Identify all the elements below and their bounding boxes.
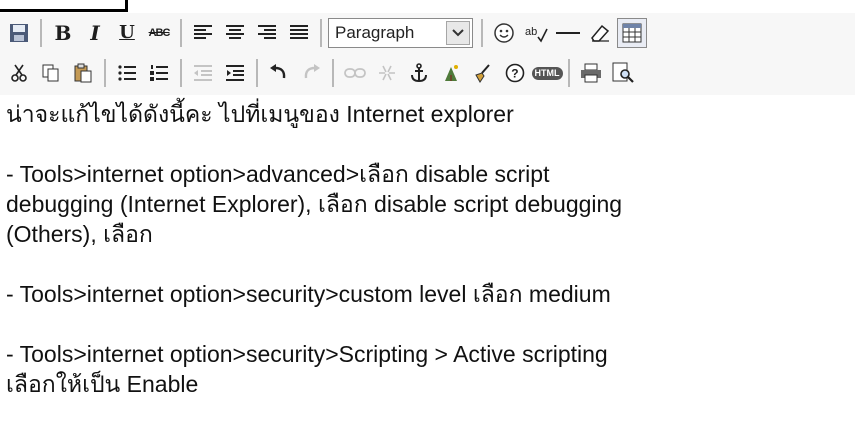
preview-icon (612, 62, 634, 84)
toolbar-separator (256, 59, 258, 87)
copy-icon (41, 63, 61, 83)
horizontal-rule-button[interactable] (553, 18, 583, 48)
eraser-icon (589, 23, 611, 43)
chevron-down-icon (446, 21, 470, 45)
emoticon-button[interactable] (489, 18, 519, 48)
content-line: (Others), เลือก (6, 221, 153, 247)
smiley-icon (493, 22, 515, 44)
unlink-button[interactable] (372, 58, 402, 88)
content-line: - Tools>internet option>security>custom … (6, 281, 611, 307)
preview-button[interactable] (608, 58, 638, 88)
undo-icon (269, 64, 289, 82)
toolbar-separator (180, 59, 182, 87)
toolbar-separator (481, 19, 483, 47)
toolbar-separator (568, 59, 570, 87)
anchor-icon (409, 63, 429, 83)
align-center-button[interactable] (220, 18, 250, 48)
html-source-button[interactable]: HTML (531, 58, 563, 88)
align-center-icon (225, 24, 245, 42)
svg-text:ab: ab (525, 26, 537, 38)
spellcheck-icon: ab (524, 23, 548, 43)
toolbar-row-2: ? HTML (4, 55, 640, 91)
content-line: - Tools>internet option>advanced>เลือก d… (6, 161, 550, 187)
save-icon (9, 23, 29, 43)
help-icon: ? (505, 63, 525, 83)
toolbar-separator (320, 19, 322, 47)
printer-icon (580, 63, 602, 83)
scissors-icon (9, 63, 29, 83)
window-edge (0, 0, 128, 12)
copy-button[interactable] (36, 58, 66, 88)
redo-button[interactable] (296, 58, 326, 88)
underline-icon: U (119, 22, 135, 43)
cut-button[interactable] (4, 58, 34, 88)
content-line: - Tools>internet option>security>Scripti… (6, 341, 608, 367)
redo-icon (301, 64, 321, 82)
bullet-list-icon (117, 64, 137, 82)
toolbar-separator (40, 19, 42, 47)
align-right-icon (257, 24, 277, 42)
format-select[interactable]: Paragraph (328, 18, 473, 48)
align-right-button[interactable] (252, 18, 282, 48)
unlink-icon (377, 63, 397, 83)
numbered-list-button[interactable] (144, 58, 174, 88)
toolbar-separator (104, 59, 106, 87)
link-button[interactable] (340, 58, 370, 88)
link-icon (344, 66, 366, 80)
print-button[interactable] (576, 58, 606, 88)
anchor-button[interactable] (404, 58, 434, 88)
bold-icon: B (54, 21, 72, 45)
toolbar-separator (180, 19, 182, 47)
help-button[interactable]: ? (500, 58, 530, 88)
svg-text:?: ? (511, 67, 518, 81)
align-left-icon (193, 24, 213, 42)
horizontal-rule-icon (556, 31, 580, 35)
bullet-list-button[interactable] (112, 58, 142, 88)
content-line: debugging (Internet Explorer), เลือก dis… (6, 191, 623, 217)
indent-button[interactable] (220, 58, 250, 88)
indent-icon (225, 64, 245, 82)
content-line: น่าจะแก้ไขได้ดังนี้คะ ไปที่เมนูของ Inter… (6, 101, 514, 127)
numbered-list-icon (149, 64, 169, 82)
table-icon (622, 23, 642, 43)
editor-toolbar: B I U ABC Paragraph ab ? HTML (0, 13, 855, 95)
outdent-button[interactable] (188, 58, 218, 88)
toolbar-row-1: B I U ABC Paragraph ab (4, 15, 649, 51)
strikethrough-button[interactable]: ABC (144, 18, 174, 48)
italic-icon: I (90, 21, 100, 45)
broom-icon (473, 63, 493, 83)
bold-button[interactable]: B (48, 18, 78, 48)
toolbar-separator (332, 59, 334, 87)
image-icon (441, 63, 461, 83)
align-justify-icon (289, 24, 309, 42)
cleanup-button[interactable] (468, 58, 498, 88)
html-label: HTML (531, 66, 563, 80)
editor-content-area[interactable]: น่าจะแก้ไขได้ดังนี้คะ ไปที่เมนูของ Inter… (0, 95, 855, 445)
align-left-button[interactable] (188, 18, 218, 48)
save-button[interactable] (4, 18, 34, 48)
table-button[interactable] (617, 18, 647, 48)
image-button[interactable] (436, 58, 466, 88)
format-select-value: Paragraph (335, 23, 415, 42)
paste-icon (73, 63, 93, 83)
paste-button[interactable] (68, 58, 98, 88)
content-line: เลือกให้เป็น Enable (6, 371, 199, 397)
outdent-icon (193, 64, 213, 82)
spellcheck-button[interactable]: ab (521, 18, 551, 48)
underline-button[interactable]: U (112, 18, 142, 48)
align-justify-button[interactable] (284, 18, 314, 48)
remove-format-button[interactable] (585, 18, 615, 48)
strikethrough-icon: ABC (148, 26, 171, 39)
italic-button[interactable]: I (80, 18, 110, 48)
undo-button[interactable] (264, 58, 294, 88)
